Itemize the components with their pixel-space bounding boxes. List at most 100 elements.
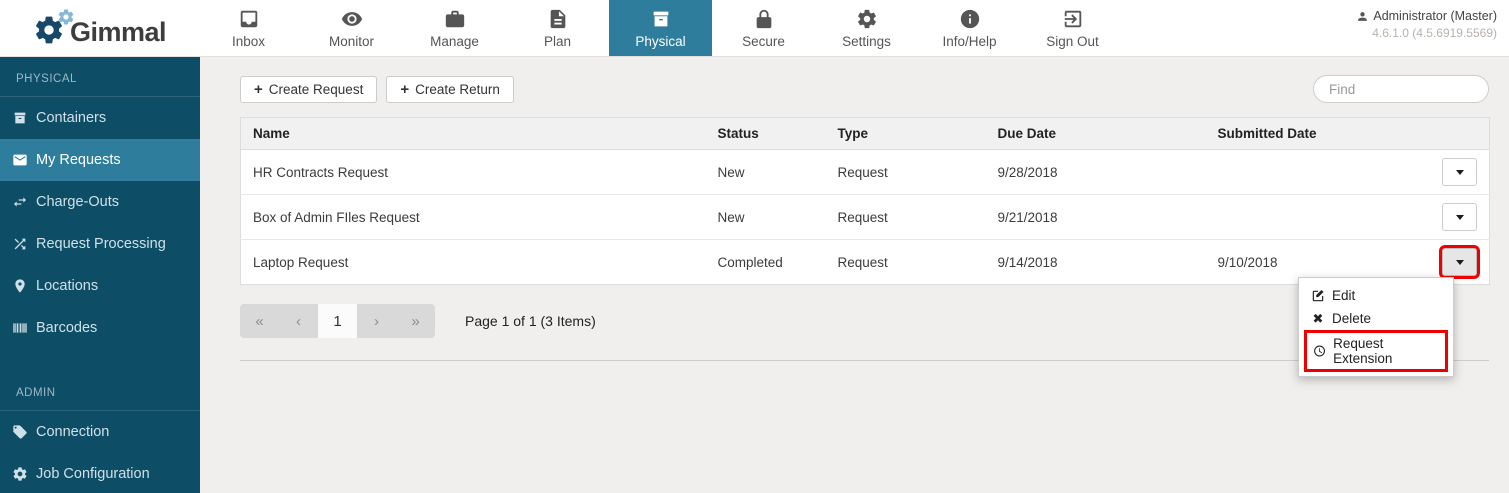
sidebar-section-admin: ADMIN xyxy=(0,371,200,411)
sidebar-item-locations[interactable]: Locations xyxy=(0,265,200,307)
swap-arrows-icon xyxy=(12,194,28,210)
menu-item-delete[interactable]: ✖ Delete xyxy=(1299,307,1453,330)
sidebar-item-charge-outs[interactable]: Charge-Outs xyxy=(0,181,200,223)
sidebar-item-label: Containers xyxy=(36,110,106,126)
nav-item-manage[interactable]: Manage xyxy=(403,0,506,56)
gears-icon xyxy=(12,466,28,482)
menu-item-edit[interactable]: Edit xyxy=(1299,284,1453,307)
map-pin-icon xyxy=(12,278,28,294)
cell-status: New xyxy=(706,195,826,240)
sidebar-section-physical: PHYSICAL xyxy=(0,57,200,97)
sidebar: PHYSICAL Containers My Requests Charge-O… xyxy=(0,57,200,493)
nav-label: Physical xyxy=(635,34,685,49)
row-actions-dropdown-button[interactable] xyxy=(1442,203,1477,231)
cell-status: Completed xyxy=(706,240,826,285)
column-header-status[interactable]: Status xyxy=(706,118,826,150)
nav-item-plan[interactable]: Plan xyxy=(506,0,609,56)
caret-down-icon xyxy=(1456,170,1464,175)
sign-out-icon xyxy=(1062,8,1084,30)
gimmal-logo: Gimmal xyxy=(0,0,197,56)
create-request-label: Create Request xyxy=(269,82,364,97)
inbox-icon xyxy=(238,8,260,30)
create-return-button[interactable]: + Create Return xyxy=(386,76,514,103)
sidebar-item-label: Connection xyxy=(36,424,109,440)
plus-icon: + xyxy=(400,82,409,97)
gears-icon xyxy=(856,8,878,30)
sidebar-item-my-requests[interactable]: My Requests xyxy=(0,139,200,181)
cell-type: Request xyxy=(826,240,986,285)
menu-item-request-extension[interactable]: Request Extension xyxy=(1304,330,1448,372)
nav-label: Settings xyxy=(842,34,891,49)
cell-name: HR Contracts Request xyxy=(241,150,706,195)
cell-status: New xyxy=(706,150,826,195)
nav-label: Secure xyxy=(742,34,785,49)
user-name: Administrator (Master) xyxy=(1373,9,1497,23)
gimmal-gears-icon xyxy=(31,6,75,50)
menu-item-label: Edit xyxy=(1332,288,1355,303)
nav-item-physical[interactable]: Physical xyxy=(609,0,712,56)
column-header-type[interactable]: Type xyxy=(826,118,986,150)
cell-type: Request xyxy=(826,150,986,195)
nav-item-monitor[interactable]: Monitor xyxy=(300,0,403,56)
table-header-row: Name Status Type Due Date Submitted Date xyxy=(241,118,1490,150)
page-summary: Page 1 of 1 (3 Items) xyxy=(465,313,596,329)
cell-due-date: 9/21/2018 xyxy=(986,195,1206,240)
clock-icon xyxy=(1313,344,1326,358)
sidebar-item-containers[interactable]: Containers xyxy=(0,97,200,139)
sidebar-item-request-processing[interactable]: Request Processing xyxy=(0,223,200,265)
box-icon xyxy=(650,8,672,30)
sidebar-item-connection[interactable]: Connection xyxy=(0,411,200,453)
column-header-due-date[interactable]: Due Date xyxy=(986,118,1206,150)
row-actions-dropdown-button[interactable] xyxy=(1442,158,1477,186)
table-row[interactable]: Box of Admin FIles Request New Request 9… xyxy=(241,195,1490,240)
requests-table: Name Status Type Due Date Submitted Date… xyxy=(240,117,1490,285)
last-page-button[interactable]: » xyxy=(396,304,435,338)
top-nav: Inbox Monitor Manage Plan Physical Secur… xyxy=(197,0,1124,56)
nav-item-secure[interactable]: Secure xyxy=(712,0,815,56)
first-page-button[interactable]: « xyxy=(240,304,279,338)
sidebar-item-label: Job Configuration xyxy=(36,466,150,482)
page-number-button[interactable]: 1 xyxy=(318,304,357,338)
nav-item-settings[interactable]: Settings xyxy=(815,0,918,56)
plus-icon: + xyxy=(254,82,263,97)
nav-label: Monitor xyxy=(329,34,374,49)
tag-icon xyxy=(12,424,28,440)
cell-type: Request xyxy=(826,195,986,240)
delete-icon: ✖ xyxy=(1311,312,1325,325)
row-context-menu: Edit ✖ Delete Request Extension xyxy=(1298,277,1454,377)
column-header-name[interactable]: Name xyxy=(241,118,706,150)
edit-icon xyxy=(1311,289,1325,303)
nav-item-inbox[interactable]: Inbox xyxy=(197,0,300,56)
nav-label: Inbox xyxy=(232,34,265,49)
brand-name: Gimmal xyxy=(70,17,166,48)
create-request-button[interactable]: + Create Request xyxy=(240,76,377,103)
table-row[interactable]: HR Contracts Request New Request 9/28/20… xyxy=(241,150,1490,195)
next-page-button[interactable]: › xyxy=(357,304,396,338)
cell-name: Box of Admin FIles Request xyxy=(241,195,706,240)
sidebar-item-barcodes[interactable]: Barcodes xyxy=(0,307,200,349)
toolbar: + Create Request + Create Return xyxy=(240,75,1489,103)
sidebar-item-label: Locations xyxy=(36,278,98,294)
nav-item-info-help[interactable]: Info/Help xyxy=(918,0,1021,56)
nav-label: Plan xyxy=(544,34,571,49)
top-bar: Gimmal Inbox Monitor Manage Plan Physica… xyxy=(0,0,1509,57)
cell-due-date: 9/14/2018 xyxy=(986,240,1206,285)
sidebar-item-job-configuration[interactable]: Job Configuration xyxy=(0,453,200,493)
row-actions-dropdown-button-highlighted[interactable] xyxy=(1442,248,1477,276)
menu-item-label: Request Extension xyxy=(1333,336,1439,366)
user-name-row[interactable]: Administrator (Master) xyxy=(1356,9,1497,23)
barcode-icon xyxy=(12,320,28,336)
envelope-icon xyxy=(12,152,28,168)
nav-item-sign-out[interactable]: Sign Out xyxy=(1021,0,1124,56)
document-icon xyxy=(547,8,569,30)
previous-page-button[interactable]: ‹ xyxy=(279,304,318,338)
sidebar-item-label: Charge-Outs xyxy=(36,194,119,210)
create-return-label: Create Return xyxy=(415,82,500,97)
find-input[interactable] xyxy=(1313,75,1489,103)
person-icon xyxy=(1356,10,1369,23)
caret-down-icon xyxy=(1456,215,1464,220)
column-header-submitted-date[interactable]: Submitted Date xyxy=(1206,118,1411,150)
cell-due-date: 9/28/2018 xyxy=(986,150,1206,195)
shuffle-icon xyxy=(12,236,28,252)
cell-name: Laptop Request xyxy=(241,240,706,285)
